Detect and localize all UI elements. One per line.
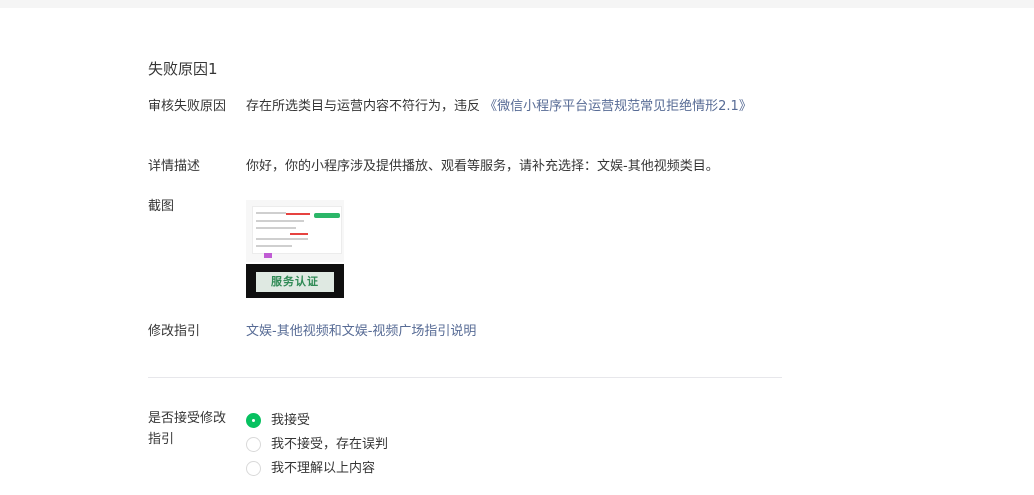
reason-text: 存在所选类目与运营内容不符行为，违反 [246, 99, 485, 114]
screenshot-row: 截图 服务认证 [148, 196, 788, 302]
radio-option-label: 我不接受，存在误判 [271, 437, 389, 452]
reason-label: 审核失败原因 [148, 99, 227, 114]
thumbnail-green-button [314, 213, 340, 218]
accept-label: 是否接受修改指引 [148, 411, 227, 447]
guide-link[interactable]: 文娱-其他视频和文娱-视频广场指引说明 [246, 321, 766, 342]
reason-row: 审核失败原因 存在所选类目与运营内容不符行为，违反 《微信小程序平台运营规范常见… [148, 96, 788, 140]
accept-label-wrap: 是否接受修改指引 [148, 408, 238, 452]
divider [148, 377, 782, 378]
radio-option-label: 我接受 [271, 413, 311, 428]
thumbnail-stamp: 服务认证 [256, 272, 334, 292]
thumbnail-line [256, 227, 296, 229]
detail-label: 详情描述 [148, 159, 201, 174]
section-title: 失败原因1 [148, 60, 218, 78]
thumbnail-highlight-line [290, 233, 308, 235]
reason-value: 存在所选类目与运营内容不符行为，违反 《微信小程序平台运营规范常见拒绝情形2.1… [246, 96, 766, 117]
screenshot-label: 截图 [148, 199, 175, 214]
screenshot-thumbnail[interactable]: 服务认证 [246, 200, 344, 298]
thumbnail-line [256, 238, 308, 240]
top-bar [0, 0, 1034, 8]
rules-link[interactable]: 《微信小程序平台运营规范常见拒绝情形2.1》 [484, 99, 752, 114]
thumbnail-line [256, 245, 292, 247]
guide-row: 修改指引 文娱-其他视频和文娱-视频广场指引说明 [148, 321, 788, 343]
detail-row: 详情描述 你好，你的小程序涉及提供播放、观看等服务，请补充选择：文娱-其他视频类… [148, 156, 788, 178]
guide-label: 修改指引 [148, 324, 201, 339]
radio-option-label: 我不理解以上内容 [271, 461, 376, 476]
radio-unchecked-icon[interactable] [246, 461, 261, 476]
thumbnail-highlight-line [286, 213, 310, 215]
thumbnail-line [256, 212, 286, 214]
thumbnail-line [256, 220, 304, 222]
radio-unchecked-icon[interactable] [246, 437, 261, 452]
thumbnail-purple-tag [264, 253, 272, 258]
radio-checked-icon[interactable] [246, 413, 261, 428]
detail-text: 你好，你的小程序涉及提供播放、观看等服务，请补充选择：文娱-其他视频类目。 [246, 159, 719, 174]
